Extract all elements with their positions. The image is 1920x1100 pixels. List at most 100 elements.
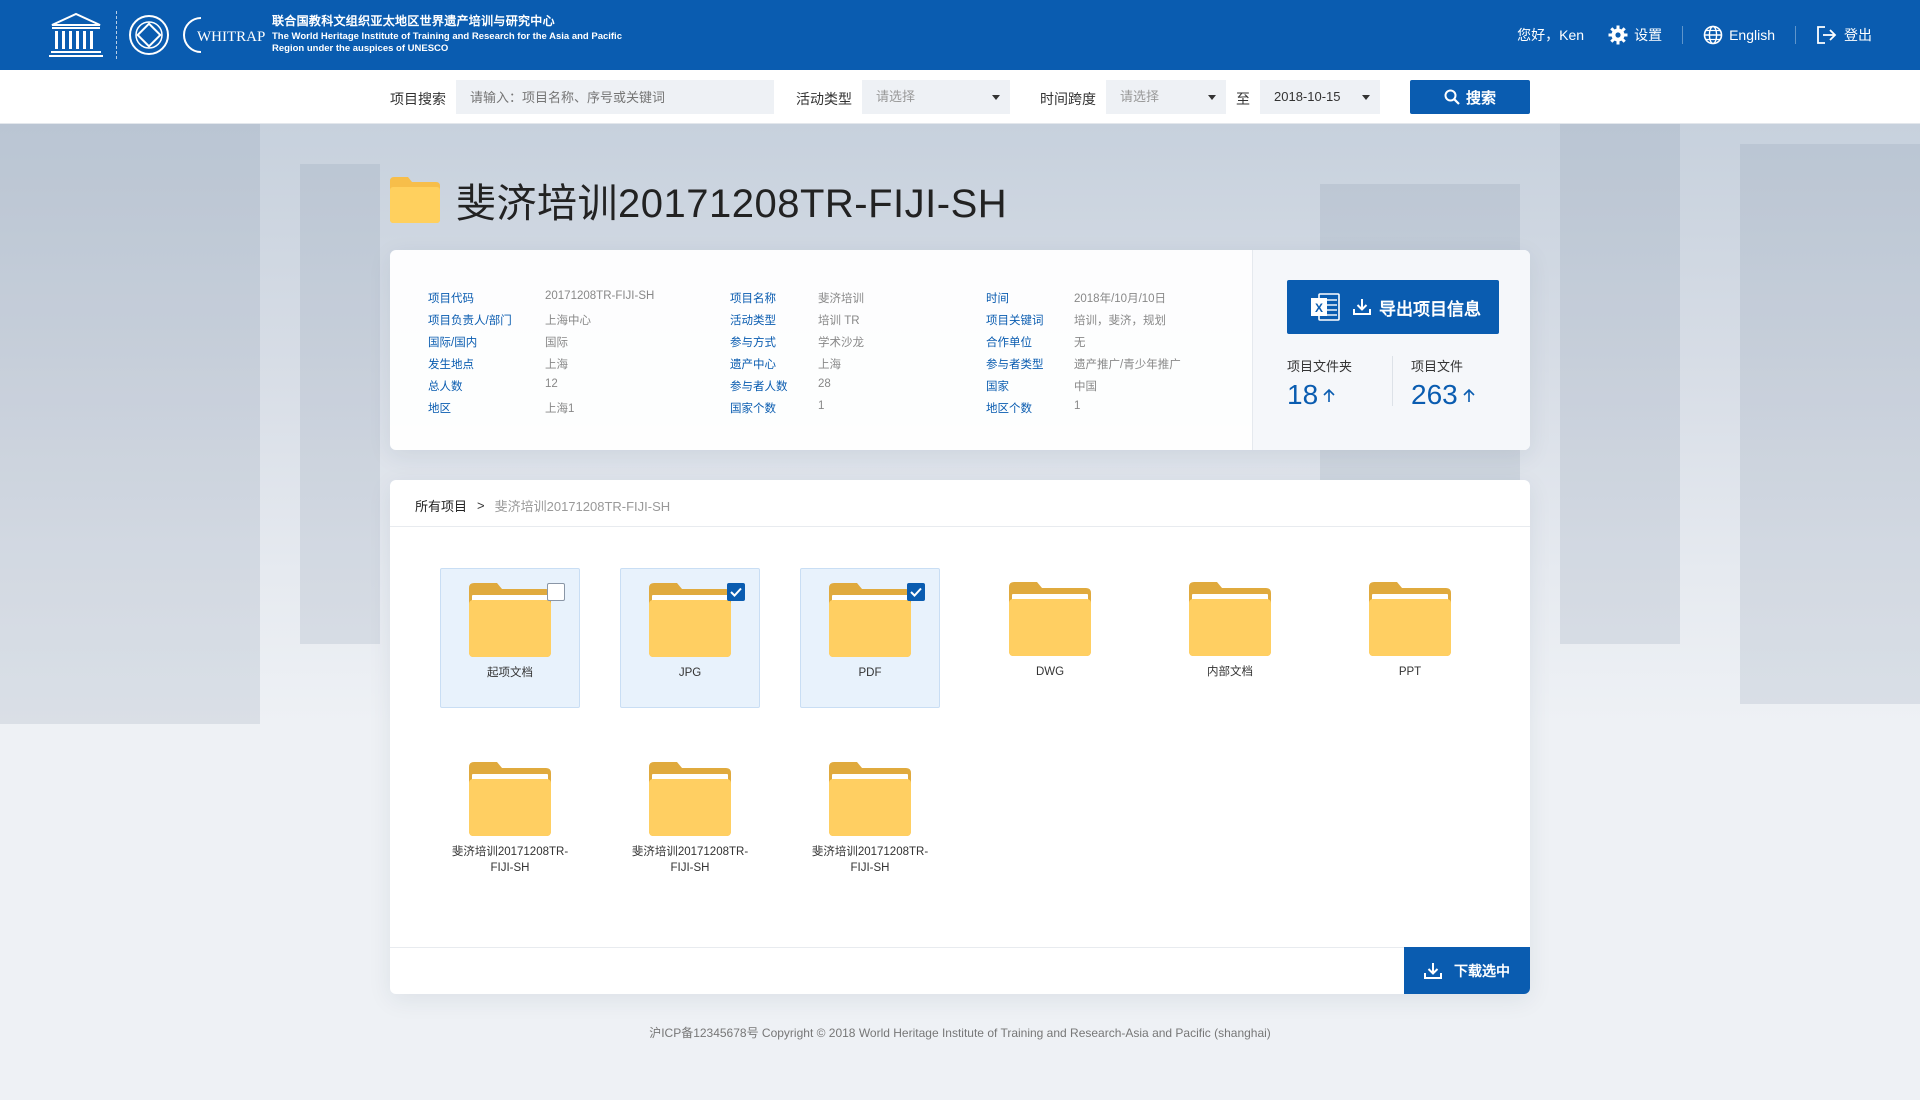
folder-name: DWG [1035,666,1065,678]
folder-count-label: 项目文件夹 [1287,359,1353,374]
download-icon [1424,962,1442,979]
info-field-label: 参与方式 [730,337,776,349]
info-field-label: 总人数 [428,381,463,393]
folder-item[interactable]: 斐济培训20171208TR- FIJI-SH [620,748,760,888]
folder-item[interactable]: DWG [980,568,1120,708]
folder-item[interactable]: 内部文档 [1160,568,1300,708]
info-field-value: 中国 [1074,381,1097,393]
folder-checkbox[interactable] [727,583,745,601]
info-field-value: 国际 [545,337,568,349]
info-field-value: 上海 [545,359,568,371]
stat-divider [1392,356,1393,406]
project-title: 斐济培训20171208TR-FIJI-SH [390,172,1007,228]
project-search-label: 项目搜索 [390,91,446,107]
folder-name: JPG [678,667,702,679]
world-heritage-emblem-icon [129,15,169,55]
time-end-select[interactable]: 2018-10-15 [1260,80,1380,114]
folder-count-stat: 项目文件夹 18 [1287,356,1352,411]
gear-icon [1608,25,1628,45]
folder-item[interactable]: 斐济培训20171208TR- FIJI-SH [440,748,580,888]
search-button-label: 搜索 [1465,89,1496,107]
folder-icon [390,177,440,223]
info-field-label: 活动类型 [730,315,776,327]
info-field-value: 斐济培训 [818,293,864,305]
info-field-value: 无 [1074,337,1086,349]
globe-icon [1703,25,1723,45]
checkmark-icon [910,587,922,597]
folder-item[interactable]: PPT [1340,568,1480,708]
export-project-info-button[interactable]: X 导出项目信息 [1287,280,1499,334]
user-greeting: 您好，Ken [1517,27,1585,43]
folder-count-value: 18 [1287,379,1319,410]
info-field-label: 地区 [428,403,451,415]
svg-text:X: X [1315,301,1323,315]
file-count-value: 263 [1411,379,1458,410]
folder-name: PPT [1398,666,1422,678]
file-count-stat: 项目文件 263 [1411,356,1476,411]
chevron-down-icon [1362,95,1370,100]
divider [1795,26,1796,44]
info-field-label: 国家个数 [730,403,776,415]
file-count-label: 项目文件 [1411,359,1464,374]
download-icon [1353,299,1371,315]
folder-icon [469,583,551,657]
folder-icon [829,762,911,836]
activity-type-select[interactable]: 请选择 [862,80,1010,114]
info-field-value: 培训，斐济，规划 [1074,315,1166,327]
whitrap-logo-text: WHITRAP [197,29,265,45]
whitrap-logo-icon: WHITRAP [183,17,265,53]
chevron-down-icon [992,95,1000,100]
folder-icon [469,762,551,836]
settings-label: 设置 [1634,27,1663,43]
org-name: 联合国教科文组织亚太地区世界遗产培训与研究中心 The World Herita… [272,14,632,55]
info-field-label: 项目关键词 [986,315,1044,327]
footer-copyright: 沪ICP备12345678号 Copyright © 2018 World He… [649,1026,1271,1040]
settings-button[interactable]: 设置 [1608,25,1662,45]
folder-name: 斐济培训20171208TR- FIJI-SH [451,846,569,874]
org-name-en: The World Heritage Institute of Training… [272,31,622,54]
activity-type-value: 请选择 [876,89,916,104]
search-button[interactable]: 搜索 [1410,80,1530,114]
language-button[interactable]: English [1703,25,1775,45]
info-field-value: 遗产推广/青少年推广 [1074,359,1181,371]
breadcrumb: 所有项目 > 斐济培训20171208TR-FIJI-SH [415,496,670,515]
folder-name: 斐济培训20171208TR- FIJI-SH [631,846,749,874]
excel-icon: X [1311,293,1340,321]
time-start-value: 请选择 [1120,89,1160,104]
info-field-value: 2018年/10月/10日 [1074,293,1167,305]
info-field-value: 上海 [818,359,841,371]
folder-name: PDF [858,667,882,679]
folder-name: 内部文档 [1207,666,1253,678]
time-start-select[interactable]: 请选择 [1106,80,1226,114]
download-selected-button[interactable]: 下载选中 [1404,947,1530,994]
folder-icon [649,762,731,836]
file-browser-panel: 所有项目 > 斐济培训20171208TR-FIJI-SH 起项文档 JPG PDF… [390,480,1530,994]
info-field-value: 培训 TR [818,315,860,327]
folder-item[interactable]: JPG [620,568,760,708]
info-field-label: 参与者人数 [730,381,788,393]
project-search-input[interactable] [456,80,774,114]
info-field-label: 国家 [986,381,1009,393]
chevron-down-icon [1208,95,1216,100]
breadcrumb-root-link[interactable]: 所有项目 [415,496,467,515]
folder-item[interactable]: 斐济培训20171208TR- FIJI-SH [800,748,940,888]
logo-divider [116,11,117,59]
logo-group[interactable]: WHITRAP [48,10,265,60]
folder-checkbox[interactable] [907,583,925,601]
folder-item[interactable]: 起项文档 [440,568,580,708]
project-summary: X 导出项目信息 项目文件夹 18 项目文件 263 [1252,250,1530,450]
time-end-value: 2018-10-15 [1274,89,1341,104]
time-span-label: 时间跨度 [1040,91,1096,107]
arrow-up-icon [1463,388,1475,402]
info-field-label: 发生地点 [428,359,474,371]
info-field-value: 28 [818,378,831,390]
info-field-label: 项目负责人/部门 [428,315,512,327]
activity-type-label: 活动类型 [796,91,852,107]
logout-button[interactable]: 登出 [1816,25,1872,45]
project-title-text: 斐济培训20171208TR-FIJI-SH [456,182,1008,226]
folder-checkbox[interactable] [547,583,565,601]
arrow-up-icon [1323,388,1335,402]
folder-item[interactable]: PDF [800,568,940,708]
divider [1682,26,1684,44]
logout-label: 登出 [1844,27,1872,43]
